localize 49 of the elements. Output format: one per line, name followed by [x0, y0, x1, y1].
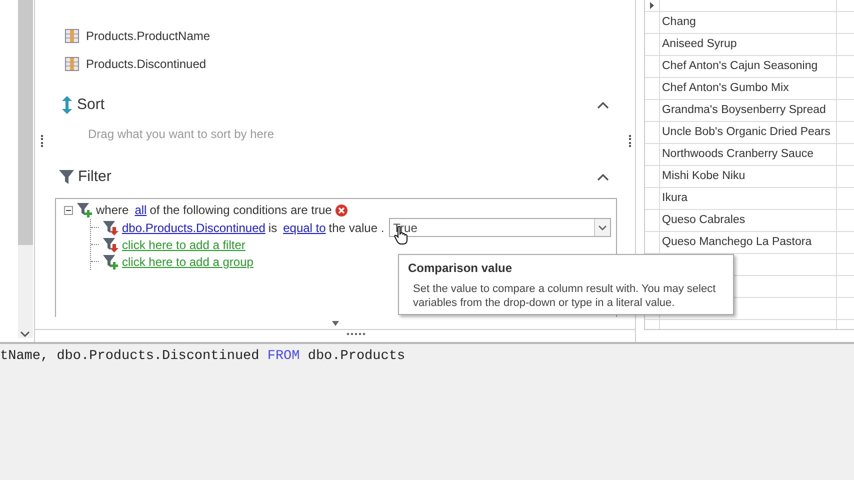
column-icon: [65, 29, 79, 43]
remove-icon[interactable]: [334, 204, 348, 216]
chevron-icon[interactable]: [597, 172, 609, 181]
condition-text: of the following conditions are true: [150, 202, 332, 219]
drag-handle-icon[interactable]: [41, 134, 43, 146]
table-cell: Chef Anton's Gumbo Mix: [659, 78, 837, 99]
chevron-icon[interactable]: [597, 101, 609, 110]
condition-text: the value .: [328, 220, 384, 236]
scroll-down-icon[interactable]: [20, 331, 30, 338]
splitter-arrow-icon[interactable]: [332, 321, 339, 326]
table-cell: Northwoods Cranberry Sauce: [659, 144, 837, 165]
drop-hint: Drag what you want to sort by here: [88, 126, 274, 140]
add-link[interactable]: click here to add a filter: [122, 236, 246, 254]
splitter-grip-icon[interactable]: [347, 333, 365, 336]
table-cell: Mishi Kobe Niku: [659, 166, 837, 187]
condition-text: where: [96, 202, 129, 219]
table-cell: Queso Cabrales: [659, 210, 837, 231]
operator-link[interactable]: equal to: [283, 218, 326, 236]
table-cell: Queso Manchego La Pastora: [659, 232, 837, 253]
condition-text: is: [268, 220, 278, 236]
tooltip-title: Comparison value: [408, 260, 514, 277]
quantifier-link[interactable]: all: [134, 201, 147, 219]
scrollbar[interactable]: [18, 0, 32, 338]
sort-arrows-icon: [62, 96, 72, 114]
section-title: Filter: [78, 166, 112, 186]
table-cell: Uncle Bob's Organic Dried Pears: [659, 122, 837, 143]
funnel-icon: [59, 168, 75, 185]
funnel-arrow-icon: [102, 236, 119, 252]
funnel-arrow-icon: [102, 220, 119, 236]
table-cell: Ikura: [659, 188, 837, 209]
column-icon: [65, 57, 79, 71]
dropdown-caret-icon: [598, 224, 608, 230]
column-link[interactable]: dbo.Products.Discontinued: [122, 218, 266, 236]
table-cell: Chang: [659, 12, 837, 33]
table-cell: Aniseed Syrup: [659, 34, 837, 55]
collapse-toggle[interactable]: [64, 206, 73, 214]
table-cell: Chef Anton's Cajun Seasoning: [659, 56, 837, 77]
funnel-plus-icon: [102, 254, 119, 270]
column-name[interactable]: Products.Discontinued: [86, 55, 206, 73]
sql-text: tName, dbo.Products.Discontinued FROM dbo.Products: [0, 348, 406, 366]
tooltip-text: Set the value to compare a column result with. You may select variables from the drop-down or type in a literal value.: [412, 282, 717, 310]
table-cell: Grandma's Boysenberry Spread: [659, 100, 837, 121]
row-indicator-icon: [650, 2, 654, 9]
section-title: Sort: [77, 95, 105, 115]
add-link[interactable]: click here to add a group: [122, 252, 254, 270]
drag-handle-icon[interactable]: [629, 134, 631, 146]
funnel-plus-icon: [76, 202, 93, 218]
value-dropdown[interactable]: True: [389, 218, 612, 237]
column-name[interactable]: Products.ProductName: [86, 27, 210, 45]
